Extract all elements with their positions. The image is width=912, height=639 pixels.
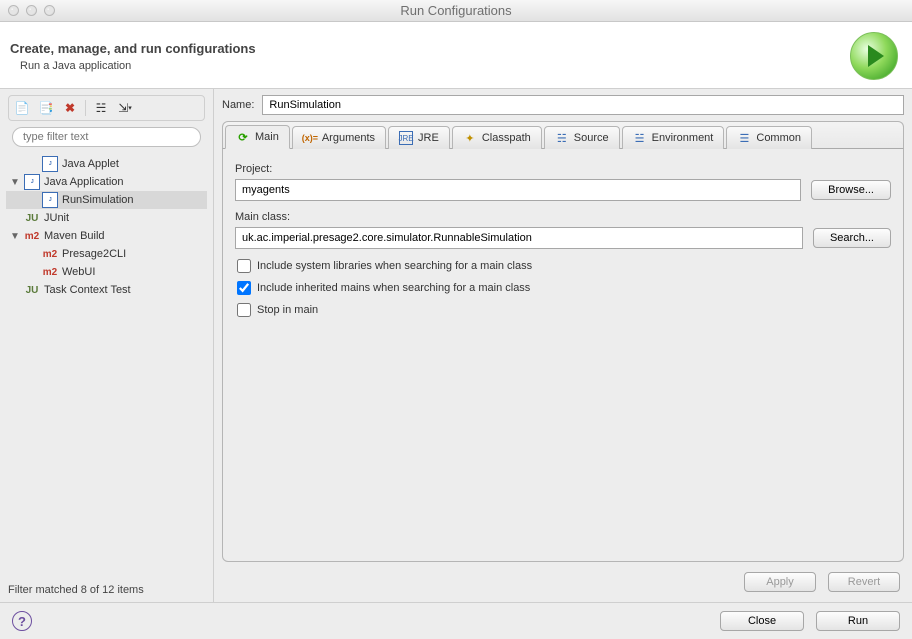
tree-item-label: Java Application [44,176,124,188]
name-label: Name: [222,99,254,111]
tree-item-label: JUnit [44,212,69,224]
tab-label: Arguments [322,132,375,144]
header-subtitle: Run a Java application [20,60,256,72]
filter-container [12,127,201,147]
tree-item-label: RunSimulation [62,194,134,206]
tree-item[interactable]: m2 WebUI [6,263,207,281]
m2-icon: m2 [42,264,58,280]
tree-item[interactable]: J RunSimulation [6,191,207,209]
tabbar: ⟳ Main (x)= Arguments JRE JRE ✦ Classpath ☵ Sourc… [222,121,904,148]
header-title: Create, manage, and run configurations [10,41,256,56]
cb-system-libs-label: Include system libraries when searching … [257,260,532,272]
junit-icon: JU [24,282,40,298]
tree-item-label: WebUI [62,266,95,278]
cb-stop-in-main-label: Stop in main [257,304,318,316]
cb-stop-in-main-box[interactable] [237,303,251,317]
dialog-header: Create, manage, and run configurations R… [0,22,912,89]
m2-icon: m2 [24,228,40,244]
run-icon [850,32,898,80]
tab-main[interactable]: ⟳ Main [225,125,290,149]
filter-input[interactable] [12,127,201,147]
filter-status: Filter matched 8 of 12 items [0,578,213,602]
cb-inherited-mains-box[interactable] [237,281,251,295]
mainclass-label: Main class: [235,211,891,223]
tab-label: Source [574,132,609,144]
src-tab-icon: ☵ [555,131,569,145]
tab-env[interactable]: ☱ Environment [622,126,725,149]
tab-args[interactable]: (x)= Arguments [292,126,386,149]
tab-src[interactable]: ☵ Source [544,126,620,149]
apply-revert-row: Apply Revert [222,562,904,602]
filter-tree-icon[interactable]: ☵ [92,99,110,117]
cb-system-libs[interactable]: Include system libraries when searching … [237,259,891,273]
tree-item[interactable]: ▼ m2 Maven Build [6,227,207,245]
m2-icon: m2 [42,246,58,262]
args-tab-icon: (x)= [303,131,317,145]
footer: ? Close Run [0,602,912,639]
tree-item[interactable]: m2 Presage2CLI [6,245,207,263]
java-icon: J [42,156,58,172]
content-area: 📄 📑 ✖ ☵ ⇲▾ J Java Applet ▼ J Java Applicatio… [0,89,912,602]
close-button[interactable]: Close [720,611,804,631]
delete-config-icon[interactable]: ✖ [61,99,79,117]
tab-label: Environment [652,132,714,144]
tree-item-label: Maven Build [44,230,105,242]
env-tab-icon: ☱ [633,131,647,145]
apply-button[interactable]: Apply [744,572,816,592]
main-tab-icon: ⟳ [236,130,250,144]
expand-icon[interactable]: ▼ [10,177,20,188]
project-input[interactable] [235,179,801,201]
collapse-all-icon[interactable]: ⇲▾ [116,99,134,117]
footer-actions: Close Run [720,611,900,631]
tree-item[interactable]: JU JUnit [6,209,207,227]
tab-label: Main [255,131,279,143]
search-mainclass-button[interactable]: Search... [813,228,891,248]
config-tree: J Java Applet ▼ J Java Application J RunSimula… [0,153,213,578]
expand-icon[interactable]: ▼ [10,231,20,242]
duplicate-config-icon[interactable]: 📑 [37,99,55,117]
sidebar-toolbar: 📄 📑 ✖ ☵ ⇲▾ [8,95,205,121]
project-label: Project: [235,163,891,175]
junit-icon: JU [24,210,40,226]
tab-label: JRE [418,132,439,144]
window-title: Run Configurations [0,3,912,18]
help-icon[interactable]: ? [12,611,32,631]
play-icon [868,45,884,67]
cb-inherited-mains-label: Include inherited mains when searching f… [257,282,530,294]
tree-item-label: Task Context Test [44,284,131,296]
java-icon: J [24,174,40,190]
tab-cp[interactable]: ✦ Classpath [452,126,542,149]
tab-label: Classpath [482,132,531,144]
mainclass-input[interactable] [235,227,803,249]
tree-item[interactable]: ▼ J Java Application [6,173,207,191]
browse-project-button[interactable]: Browse... [811,180,891,200]
main-panel: Name: ⟳ Main (x)= Arguments JRE JRE ✦ Classpath… [214,89,912,602]
tree-item[interactable]: J Java Applet [6,155,207,173]
jre-tab-icon: JRE [399,131,413,145]
sidebar: 📄 📑 ✖ ☵ ⇲▾ J Java Applet ▼ J Java Applicatio… [0,89,214,602]
revert-button[interactable]: Revert [828,572,900,592]
cb-inherited-mains[interactable]: Include inherited mains when searching f… [237,281,891,295]
run-button[interactable]: Run [816,611,900,631]
cb-stop-in-main[interactable]: Stop in main [237,303,891,317]
cp-tab-icon: ✦ [463,131,477,145]
tab-label: Common [756,132,801,144]
com-tab-icon: ☰ [737,131,751,145]
cb-system-libs-box[interactable] [237,259,251,273]
tab-main-body: Project: Browse... Main class: Search...… [222,148,904,562]
name-input[interactable] [262,95,904,115]
java-icon: J [42,192,58,208]
tree-item[interactable]: JU Task Context Test [6,281,207,299]
tab-com[interactable]: ☰ Common [726,126,812,149]
titlebar: Run Configurations [0,0,912,22]
new-config-icon[interactable]: 📄 [13,99,31,117]
name-row: Name: [222,95,904,115]
tab-jre[interactable]: JRE JRE [388,126,450,149]
tree-item-label: Java Applet [62,158,119,170]
tree-item-label: Presage2CLI [62,248,126,260]
